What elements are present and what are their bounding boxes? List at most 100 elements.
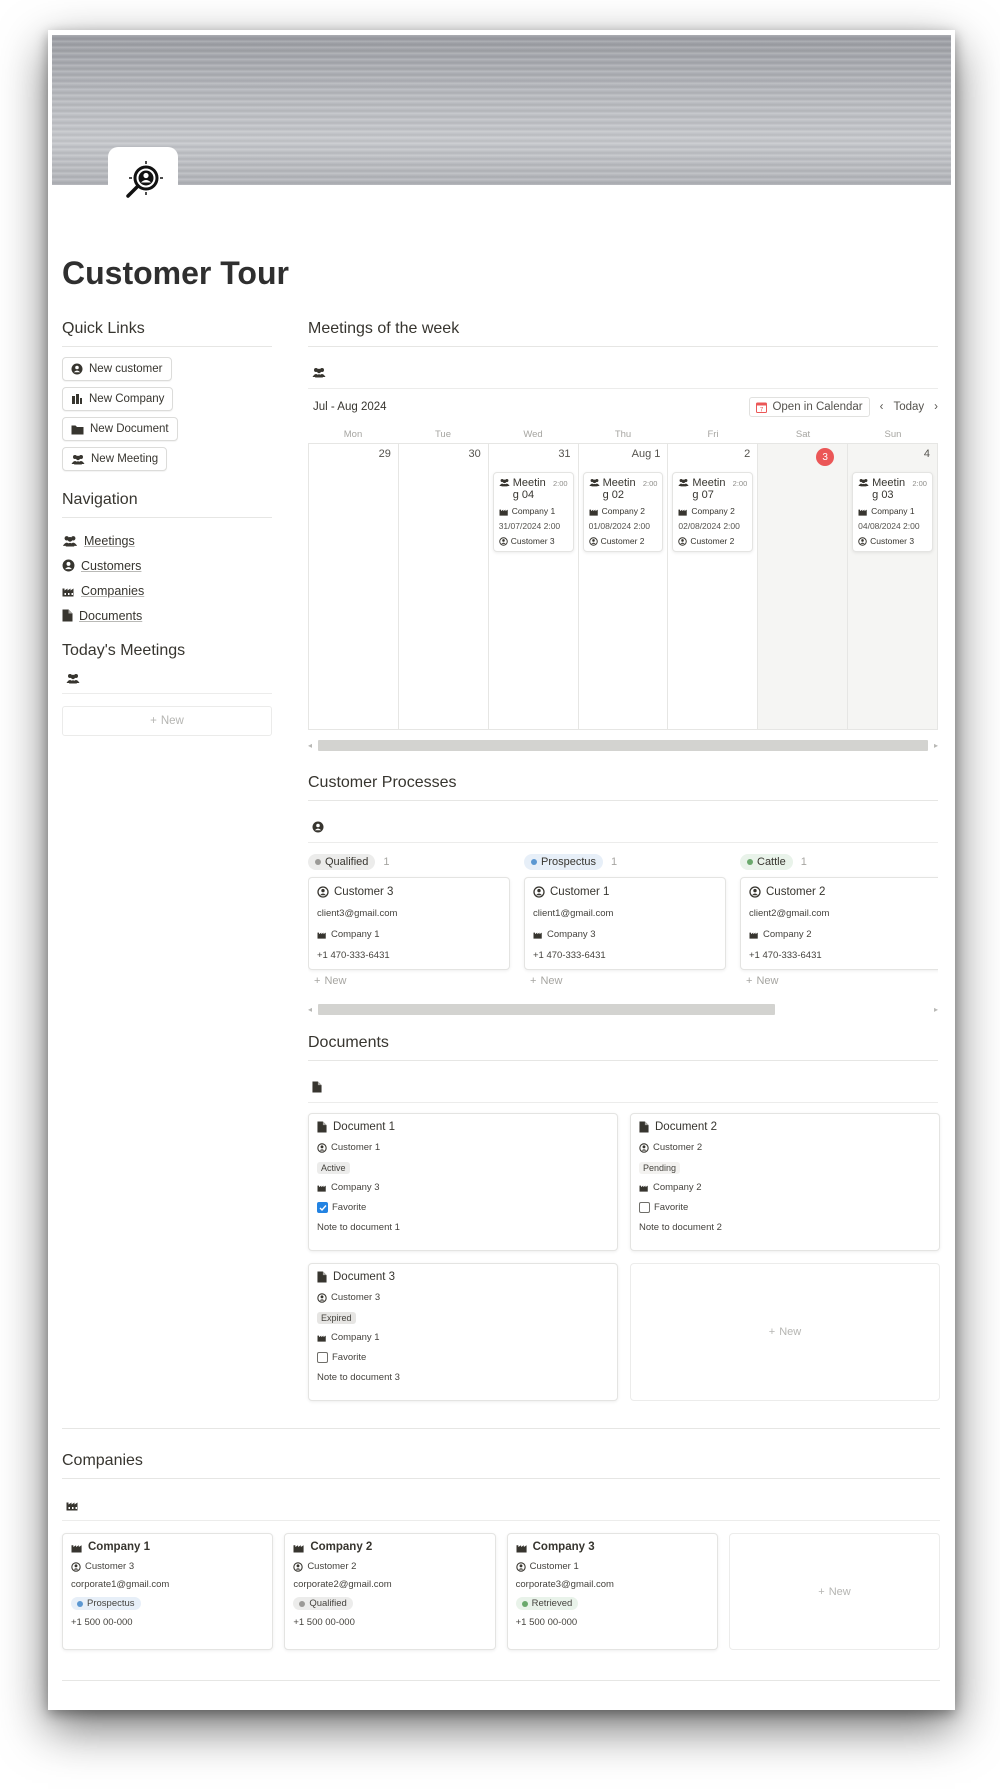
company-status-pill: Qualified (293, 1597, 353, 1610)
scroll-thumb[interactable] (318, 1003, 776, 1015)
button-label: New Document (90, 423, 169, 435)
calendar-day[interactable]: 2 Meetin g 07 2:00 Company 2 02/08/2024 2… (668, 444, 759, 729)
scroll-right-icon[interactable]: ▸ (934, 1005, 938, 1014)
favorite-checkbox[interactable] (317, 1352, 328, 1363)
group-icon (71, 454, 85, 464)
documents-view-tab[interactable] (308, 1071, 938, 1103)
calendar-toolbar: Jul - Aug 2024 7 Open in Calendar ‹ Toda… (308, 389, 938, 425)
customers-view-tab[interactable] (308, 811, 938, 843)
nav-label: Documents (79, 608, 143, 623)
companies-heading: Companies (62, 1452, 940, 1479)
check-icon (319, 1204, 327, 1211)
document-title: Document 3 (333, 1271, 396, 1283)
new-label: New (828, 1585, 851, 1598)
documents-new-button[interactable]: + New (630, 1263, 940, 1401)
companies-view-tab[interactable] (62, 1489, 940, 1521)
factory-icon (62, 588, 74, 596)
nav-item-meetings[interactable]: Meetings (62, 528, 272, 553)
board-new-button[interactable]: + New (524, 970, 726, 992)
document-note: Note to document 2 (639, 1222, 722, 1233)
calendar-controls: 7 Open in Calendar ‹ Today › (749, 397, 938, 417)
nav-item-documents[interactable]: Documents (62, 603, 272, 628)
nav-item-companies[interactable]: Companies (62, 578, 272, 603)
page-cover[interactable] (52, 35, 951, 185)
section-divider (62, 1680, 940, 1681)
group-icon (499, 478, 510, 487)
user-circle-outline-icon (317, 886, 329, 898)
meeting-time: 2:00 (642, 479, 658, 488)
meeting-title: Meetin g 07 (678, 477, 725, 501)
meetings-view-tab[interactable] (308, 357, 938, 389)
meetings-week-heading: Meetings of the week (308, 320, 938, 347)
new-company-button[interactable]: New Company (62, 387, 174, 411)
status-pill[interactable]: Cattle (740, 854, 793, 870)
factory-icon (293, 1544, 304, 1553)
scroll-left-icon[interactable]: ◂ (308, 741, 312, 750)
customer-card[interactable]: Customer 1 client1@gmail.com Company 3 +… (524, 877, 726, 970)
company-card[interactable]: Company 3 Customer 1 corporate3@gmail.co… (506, 1533, 718, 1650)
companies-new-button[interactable]: + New (728, 1533, 941, 1650)
status-pill[interactable]: Prospectus (524, 854, 604, 870)
document-company: Company 2 (653, 1182, 702, 1193)
calendar-scrollbar[interactable]: ◂ ▸ (308, 736, 938, 754)
document-card[interactable]: Document 1 Customer 1 Active Company 3 F… (308, 1113, 618, 1251)
meeting-card[interactable]: Meetin g 07 2:00 Company 2 02/08/2024 2:0… (672, 472, 754, 552)
chevron-right-icon[interactable]: › (934, 401, 938, 413)
company-email: corporate2@gmail.com (293, 1579, 392, 1590)
factory-icon (639, 1185, 648, 1192)
company-customer: Customer 1 (529, 1561, 579, 1572)
customer-card[interactable]: Customer 3 client3@gmail.com Company 1 +… (308, 877, 510, 970)
meeting-card[interactable]: Meetin g 03 2:00 Company 1 04/08/2024 2:0… (852, 472, 933, 552)
favorite-checkbox-checked[interactable] (317, 1202, 328, 1213)
calendar-day[interactable]: 29 (309, 444, 399, 729)
favorite-checkbox[interactable] (639, 1202, 650, 1213)
chevron-left-icon[interactable]: ‹ (880, 401, 884, 413)
company-card[interactable]: Company 2 Customer 2 corporate2@gmail.co… (284, 1533, 496, 1650)
documents-heading: Documents (308, 1034, 938, 1061)
factory-icon (533, 932, 542, 939)
page-icon[interactable] (108, 147, 178, 217)
document-icon (317, 1271, 327, 1283)
navigation-list: Meetings Customers Companies Documents (62, 528, 272, 628)
nav-item-customers[interactable]: Customers (62, 553, 272, 578)
board-scrollbar[interactable]: ◂ ▸ (308, 1000, 938, 1018)
factory-icon (749, 932, 758, 939)
favorite-label: Favorite (654, 1202, 689, 1213)
calendar-day[interactable]: 31 Meetin g 04 2:00 Company 1 31/07/2024 … (489, 444, 579, 729)
board-new-button[interactable]: + New (740, 970, 938, 992)
new-meeting-button[interactable]: New Meeting (62, 447, 168, 471)
weekday-label: Fri (707, 428, 719, 440)
document-card[interactable]: Document 3 Customer 3 Expired Company 1 … (308, 1263, 618, 1401)
building-icon (72, 394, 82, 404)
company-email: corporate1@gmail.com (71, 1579, 170, 1590)
scroll-right-icon[interactable]: ▸ (934, 741, 938, 750)
scroll-left-icon[interactable]: ◂ (308, 1005, 312, 1014)
user-circle-outline-icon (498, 536, 508, 546)
factory-icon (678, 509, 688, 516)
calendar-day[interactable]: 4 Meetin g 03 2:00 Company 1 04/08/2024 2… (848, 444, 938, 729)
customer-phone: +1 470-333-6431 (317, 950, 390, 961)
company-card[interactable]: Company 1 Customer 3 corporate1@gmail.co… (62, 1533, 274, 1650)
group-icon (588, 478, 600, 487)
status-pill[interactable]: Qualified (308, 854, 376, 870)
document-customer: Customer 2 (653, 1142, 703, 1153)
todays-meetings-view-tab[interactable] (62, 664, 272, 694)
day-number: 2 (744, 448, 751, 460)
today-button[interactable]: Today (893, 401, 924, 413)
new-customer-button[interactable]: New customer (62, 357, 172, 381)
right-column: Meetings of the week Jul - Aug 2024 7 Op… (308, 320, 940, 1401)
meeting-card[interactable]: Meetin g 04 2:00 Company 1 31/07/2024 2:0… (492, 472, 574, 552)
open-in-calendar-button[interactable]: 7 Open in Calendar (749, 397, 870, 417)
document-card[interactable]: Document 2 Customer 2 Pending Company 2 … (630, 1113, 940, 1251)
meeting-card[interactable]: Meetin g 02 2:00 Company 2 01/08/2024 2:0… (582, 472, 664, 552)
new-document-button[interactable]: New Document (62, 417, 178, 441)
customer-card[interactable]: Customer 2 client2@gmail.com Company 2 +… (740, 877, 938, 970)
calendar-day[interactable]: 30 (399, 444, 489, 729)
calendar-day[interactable]: Aug 1 Meetin g 02 2:00 Company 2 01/08/20… (579, 444, 669, 729)
scroll-thumb[interactable] (318, 739, 928, 751)
calendar-day-today[interactable]: 3 (758, 444, 849, 729)
board-new-button[interactable]: + New (308, 970, 510, 992)
company-status-pill: Prospectus (71, 1597, 141, 1610)
todays-meetings-new-button[interactable]: + New (62, 706, 272, 736)
user-circle-icon (312, 821, 324, 832)
